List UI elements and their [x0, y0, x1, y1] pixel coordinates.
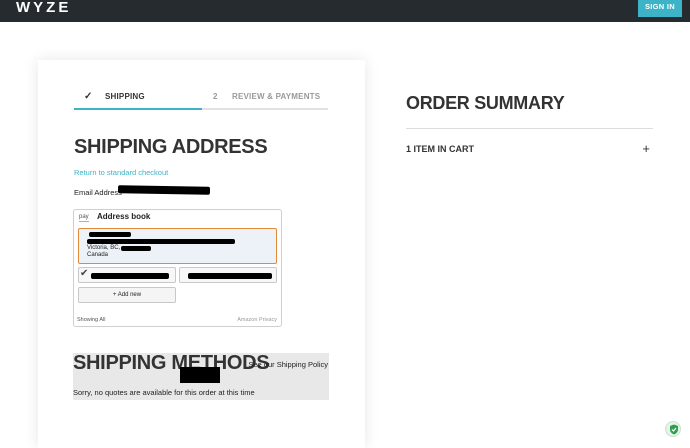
- step-review-payments[interactable]: 2 REVIEW & PAYMENTS: [202, 92, 328, 110]
- cart-items-toggle[interactable]: 1 ITEM IN CART +: [406, 141, 653, 157]
- plus-icon[interactable]: +: [642, 141, 650, 156]
- checkout-page: ✓ SHIPPING 2 REVIEW & PAYMENTS SHIPPING …: [0, 22, 690, 448]
- redacted-address: [188, 273, 272, 279]
- step-review-label: REVIEW & PAYMENTS: [232, 92, 321, 101]
- step-shipping-label: SHIPPING: [105, 92, 145, 101]
- top-navigation-bar: WYZE SIGN IN: [0, 0, 690, 22]
- redacted-name: [89, 232, 131, 237]
- step-number: 2: [213, 92, 218, 101]
- divider: [406, 128, 653, 129]
- add-new-address-button[interactable]: + Add new: [78, 287, 176, 303]
- security-shield-icon[interactable]: [665, 421, 681, 437]
- step-shipping[interactable]: ✓ SHIPPING: [74, 91, 202, 110]
- email-address-label: Email Address: [74, 188, 122, 197]
- address-book-title: Address book: [97, 212, 151, 221]
- address-country-line: Canada: [87, 252, 109, 258]
- shipping-policy-link[interactable]: See our Shipping Policy: [248, 360, 328, 369]
- address-city-line: Victoria, BC,: [87, 245, 121, 251]
- address-option[interactable]: ✔: [78, 267, 176, 283]
- amazon-address-book-widget: pay Address book Victoria, BC, Canada ✔ …: [73, 209, 282, 327]
- showing-all-label: Showing All: [77, 317, 106, 323]
- shipping-card: ✓ SHIPPING 2 REVIEW & PAYMENTS SHIPPING …: [38, 60, 365, 448]
- shipping-methods-section: SHIPPING METHODS See our Shipping Policy…: [73, 352, 329, 400]
- no-quotes-message: Sorry, no quotes are available for this …: [73, 388, 255, 397]
- return-to-standard-checkout-link[interactable]: Return to standard checkout: [74, 168, 168, 177]
- wyze-logo[interactable]: WYZE: [16, 0, 71, 16]
- check-icon: ✔: [80, 268, 89, 279]
- address-option[interactable]: [179, 267, 277, 283]
- shipping-methods-title: SHIPPING METHODS: [73, 352, 270, 374]
- amazon-pay-logo: pay: [79, 214, 89, 222]
- redacted-street: [87, 239, 235, 244]
- redacted-postal: [121, 246, 151, 251]
- shipping-address-title: SHIPPING ADDRESS: [74, 136, 268, 158]
- redacted-email: [117, 185, 211, 195]
- amazon-privacy-link[interactable]: Amazon Privacy: [237, 317, 277, 323]
- redacted-address: [91, 273, 169, 279]
- items-in-cart-label: 1 ITEM IN CART: [406, 144, 475, 154]
- check-icon: ✓: [84, 91, 93, 102]
- order-summary-title: ORDER SUMMARY: [406, 93, 565, 113]
- selected-address-card[interactable]: Victoria, BC, Canada: [78, 228, 277, 264]
- redacted-block: [180, 367, 220, 383]
- sign-in-button[interactable]: SIGN IN: [638, 0, 682, 17]
